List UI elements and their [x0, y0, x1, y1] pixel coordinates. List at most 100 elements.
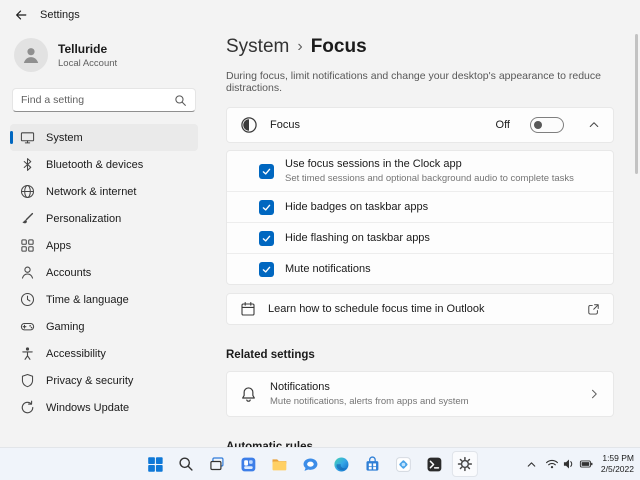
- checkbox-hide-badges[interactable]: [259, 199, 274, 215]
- start-button[interactable]: [142, 451, 168, 477]
- folder-icon: [272, 458, 286, 470]
- focus-options-group: Use focus sessions in the Clock app Set …: [226, 150, 614, 285]
- widgets-button[interactable]: [235, 451, 261, 477]
- check-icon: [262, 168, 271, 175]
- breadcrumb-separator: ›: [297, 38, 303, 55]
- accessibility-icon: [22, 347, 33, 360]
- settings-window: Settings Telluride Local Account Find a …: [0, 0, 640, 480]
- person-icon: [21, 266, 34, 279]
- sidebar-item-time-language[interactable]: Time & language: [10, 286, 198, 313]
- option-focus-sessions[interactable]: Use focus sessions in the Clock app Set …: [227, 151, 613, 191]
- gamepad-icon: [20, 322, 35, 331]
- taskbar-clock[interactable]: 1:59 PM 2/5/2022: [601, 453, 634, 476]
- windows-start-icon: [147, 456, 163, 472]
- learn-outlook-link[interactable]: Learn how to schedule focus time in Outl…: [226, 293, 614, 325]
- notifications-subtitle: Mute notifications, alerts from apps and…: [270, 396, 469, 407]
- avatar: [14, 38, 48, 72]
- chat-bubble-icon: [303, 457, 317, 471]
- sidebar-item-accounts[interactable]: Accounts: [10, 259, 198, 286]
- sidebar-item-bluetooth[interactable]: Bluetooth & devices: [10, 151, 198, 178]
- terminal-button[interactable]: [421, 451, 447, 477]
- task-view-button[interactable]: [204, 451, 230, 477]
- checkbox-focus-sessions[interactable]: [259, 163, 274, 179]
- focus-expander-header[interactable]: Focus Off: [226, 107, 614, 143]
- user-account[interactable]: Telluride Local Account: [10, 32, 198, 78]
- tray-overflow-button[interactable]: [525, 458, 538, 471]
- back-button[interactable]: [14, 8, 28, 22]
- clock-time: 1:59 PM: [602, 452, 634, 463]
- option-label: Use focus sessions in the Clock app: [285, 158, 462, 170]
- checkbox-hide-flashing[interactable]: [259, 230, 274, 246]
- brush-icon: [22, 212, 34, 224]
- page-title: Focus: [310, 36, 367, 57]
- option-label: Hide badges on taskbar apps: [285, 201, 429, 213]
- edge-button[interactable]: [328, 451, 354, 477]
- option-hide-flashing[interactable]: Hide flashing on taskbar apps: [227, 222, 613, 253]
- store-button[interactable]: [359, 451, 385, 477]
- breadcrumb-system[interactable]: System: [226, 36, 289, 58]
- calendar-icon: [241, 302, 255, 316]
- back-arrow-icon: [16, 10, 27, 20]
- option-hide-badges[interactable]: Hide badges on taskbar apps: [227, 191, 613, 222]
- option-label: Hide flashing on taskbar apps: [285, 232, 430, 244]
- search-input[interactable]: [21, 94, 174, 106]
- sidebar-item-gaming[interactable]: Gaming: [10, 313, 198, 340]
- external-link-icon: [588, 303, 599, 315]
- checkbox-mute-notifications[interactable]: [259, 261, 274, 277]
- toggle-knob: [534, 121, 542, 129]
- sidebar-item-label: Accessibility: [46, 347, 106, 360]
- settings-taskbar-button[interactable]: [451, 451, 478, 477]
- wifi-icon: [545, 459, 558, 469]
- chat-button[interactable]: [297, 451, 323, 477]
- taskbar: 1:59 PM 2/5/2022: [0, 447, 640, 480]
- sidebar-item-windows-update[interactable]: Windows Update: [10, 394, 198, 421]
- task-view-icon: [210, 457, 224, 471]
- display-icon: [20, 132, 35, 144]
- sidebar-item-label: Personalization: [46, 212, 122, 225]
- option-mute-notifications[interactable]: Mute notifications: [227, 253, 613, 284]
- sidebar-item-label: Network & internet: [46, 185, 137, 198]
- photos-button[interactable]: [390, 451, 416, 477]
- person-silhouette-icon: [23, 48, 39, 63]
- app-title: Settings: [40, 9, 80, 21]
- system-tray-cluster[interactable]: [545, 457, 594, 471]
- bell-icon: [242, 386, 255, 402]
- sidebar-item-label: Privacy & security: [46, 374, 134, 387]
- sidebar-item-privacy[interactable]: Privacy & security: [10, 367, 198, 394]
- focus-icon: [241, 117, 257, 133]
- taskbar-search-button[interactable]: [173, 451, 199, 477]
- apps-grid-icon: [21, 239, 34, 252]
- focus-toggle[interactable]: [530, 117, 564, 133]
- bluetooth-icon: [23, 158, 32, 171]
- main-content: System › Focus During focus, limit notif…: [208, 30, 640, 453]
- titlebar: Settings: [0, 0, 640, 30]
- sidebar-item-label: Bluetooth & devices: [46, 158, 144, 171]
- focus-label: Focus: [270, 119, 300, 131]
- scrollbar-thumb[interactable]: [635, 34, 638, 174]
- sidebar-nav: System Bluetooth & devices Network & int…: [10, 124, 198, 421]
- sidebar-item-accessibility[interactable]: Accessibility: [10, 340, 198, 367]
- search-icon: [179, 457, 193, 471]
- notifications-link-card[interactable]: Notifications Mute notifications, alerts…: [226, 371, 614, 417]
- sidebar-item-network[interactable]: Network & internet: [10, 178, 198, 205]
- chevron-up-icon[interactable]: [588, 119, 600, 131]
- clock-icon: [20, 292, 35, 307]
- user-type: Local Account: [58, 57, 118, 69]
- update-arrows-icon: [21, 400, 34, 414]
- globe-icon: [20, 184, 35, 199]
- check-icon: [262, 235, 271, 242]
- notifications-label: Notifications: [270, 381, 330, 393]
- sidebar-item-personalization[interactable]: Personalization: [10, 205, 198, 232]
- search-box[interactable]: [12, 88, 196, 112]
- option-subtitle: Set timed sessions and optional backgrou…: [285, 173, 574, 184]
- learn-link-label: Learn how to schedule focus time in Outl…: [268, 303, 485, 315]
- search-icon: [175, 94, 186, 106]
- sidebar-item-apps[interactable]: Apps: [10, 232, 198, 259]
- chevron-right-icon: [591, 389, 597, 399]
- user-name: Telluride: [58, 41, 108, 56]
- shield-icon: [21, 373, 34, 388]
- sidebar-item-system[interactable]: System: [10, 124, 198, 151]
- file-explorer-button[interactable]: [266, 451, 292, 477]
- edge-browser-icon: [333, 456, 348, 472]
- store-bag-icon: [365, 455, 378, 471]
